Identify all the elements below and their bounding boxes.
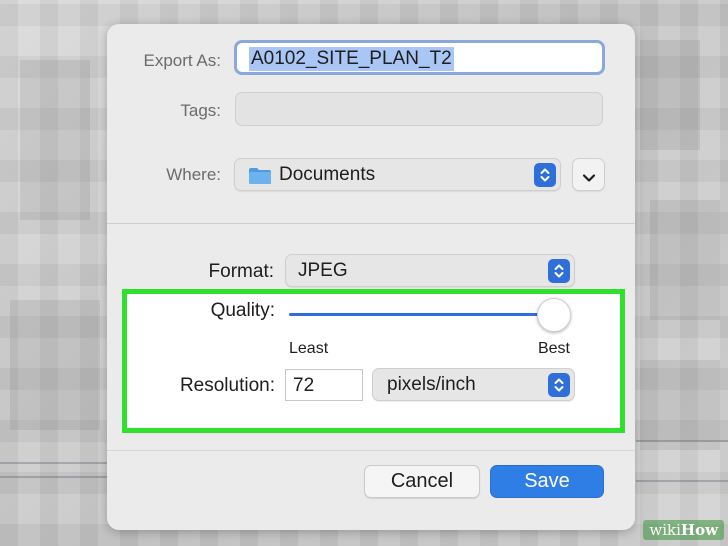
- export-as-field[interactable]: A0102_SITE_PLAN_T2: [234, 40, 605, 75]
- resolution-input[interactable]: 72: [285, 369, 363, 401]
- updown-chevron-icon: [534, 162, 556, 187]
- chevron-down-icon: [582, 170, 596, 188]
- quality-slider-track[interactable]: [289, 313, 555, 316]
- updown-chevron-icon: [548, 258, 570, 283]
- section-divider: [107, 223, 635, 224]
- updown-chevron-icon: [548, 372, 570, 397]
- format-label: Format:: [208, 261, 274, 282]
- folder-icon: [248, 167, 272, 185]
- export-as-value: A0102_SITE_PLAN_T2: [249, 47, 454, 71]
- resolution-unit-popup[interactable]: pixels/inch: [372, 368, 575, 401]
- footer-divider: [107, 450, 635, 451]
- where-value: Documents: [279, 163, 376, 185]
- format-value: JPEG: [298, 259, 348, 281]
- quality-max-label: Best: [537, 340, 570, 357]
- resolution-label: Resolution:: [179, 375, 275, 396]
- quality-label: Quality:: [210, 300, 275, 321]
- tags-field[interactable]: [235, 92, 603, 126]
- quality-slider-knob[interactable]: [537, 298, 571, 332]
- watermark-prefix: wiki: [649, 521, 681, 539]
- watermark-suffix: How: [680, 521, 718, 539]
- save-button[interactable]: Save: [490, 465, 604, 498]
- expand-button[interactable]: [572, 158, 605, 191]
- tags-label: Tags:: [180, 101, 221, 120]
- wikihow-watermark: wikiHow: [643, 520, 724, 540]
- quality-min-label: Least: [289, 340, 329, 357]
- where-label: Where:: [166, 165, 221, 184]
- where-popup[interactable]: Documents: [234, 158, 561, 191]
- format-popup[interactable]: JPEG: [285, 254, 575, 287]
- resolution-unit-value: pixels/inch: [387, 373, 476, 395]
- cancel-button[interactable]: Cancel: [364, 465, 480, 498]
- export-as-label: Export As:: [143, 51, 221, 70]
- export-dialog: Export As: A0102_SITE_PLAN_T2 Tags: Wher…: [107, 24, 635, 530]
